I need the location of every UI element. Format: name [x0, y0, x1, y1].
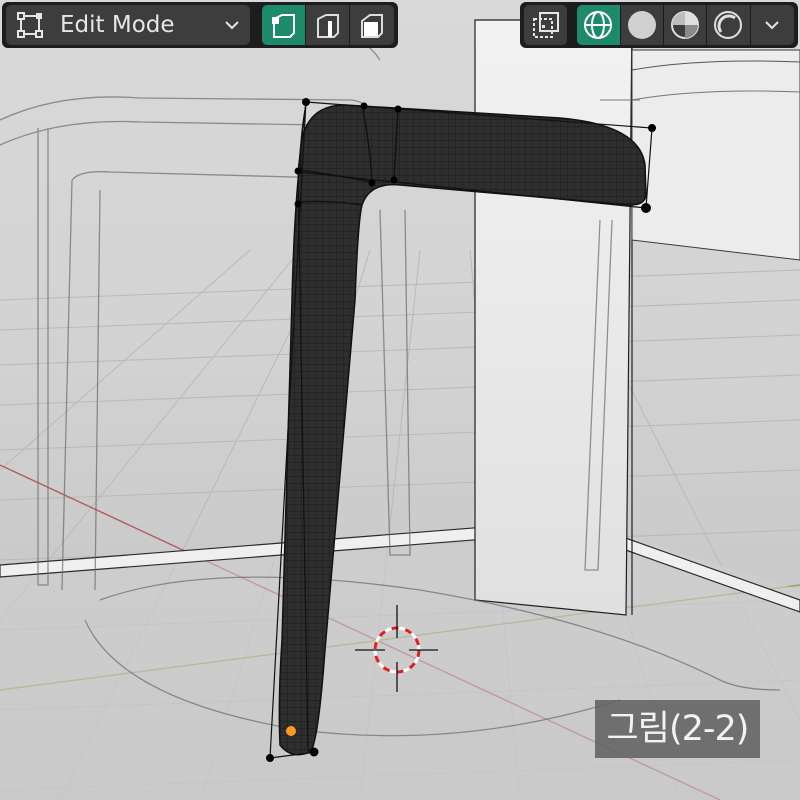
- face-select-icon: [361, 14, 383, 38]
- shading-options-dropdown[interactable]: [750, 5, 794, 45]
- solid-shading-button[interactable]: [620, 5, 664, 45]
- edge-select-button[interactable]: [306, 5, 350, 45]
- viewport-scene: [0, 19, 800, 800]
- vertex-select-icon: [271, 14, 295, 38]
- rendered-shading-button[interactable]: [707, 5, 751, 45]
- material-preview-button[interactable]: [663, 5, 708, 45]
- mode-toolbar: Edit Mode: [2, 2, 398, 48]
- wireframe-shading-button[interactable]: [577, 5, 621, 45]
- face-select-button[interactable]: [350, 5, 394, 45]
- xray-toggle-icon: [532, 12, 559, 38]
- shading-toolbar: [520, 2, 798, 48]
- edit-mode-icon: [17, 12, 43, 38]
- selected-vertex[interactable]: [286, 726, 296, 736]
- solid-shading-icon: [627, 11, 656, 39]
- chevron-down-icon: [765, 21, 780, 30]
- edge-select-icon: [316, 14, 339, 38]
- figure-caption: 그림(2-2): [595, 700, 760, 758]
- vertex-select-button[interactable]: [262, 5, 306, 45]
- mode-dropdown[interactable]: Edit Mode: [6, 5, 250, 45]
- xray-toggle-button[interactable]: [524, 5, 568, 45]
- rendered-shading-icon: [714, 11, 743, 39]
- chevron-down-icon: [225, 21, 239, 30]
- wireframe-shading-icon: [584, 11, 613, 39]
- material-preview-icon: [671, 11, 700, 39]
- 3d-viewport[interactable]: Edit Mode 그림(2-2): [0, 0, 800, 800]
- mode-label: Edit Mode: [60, 12, 175, 38]
